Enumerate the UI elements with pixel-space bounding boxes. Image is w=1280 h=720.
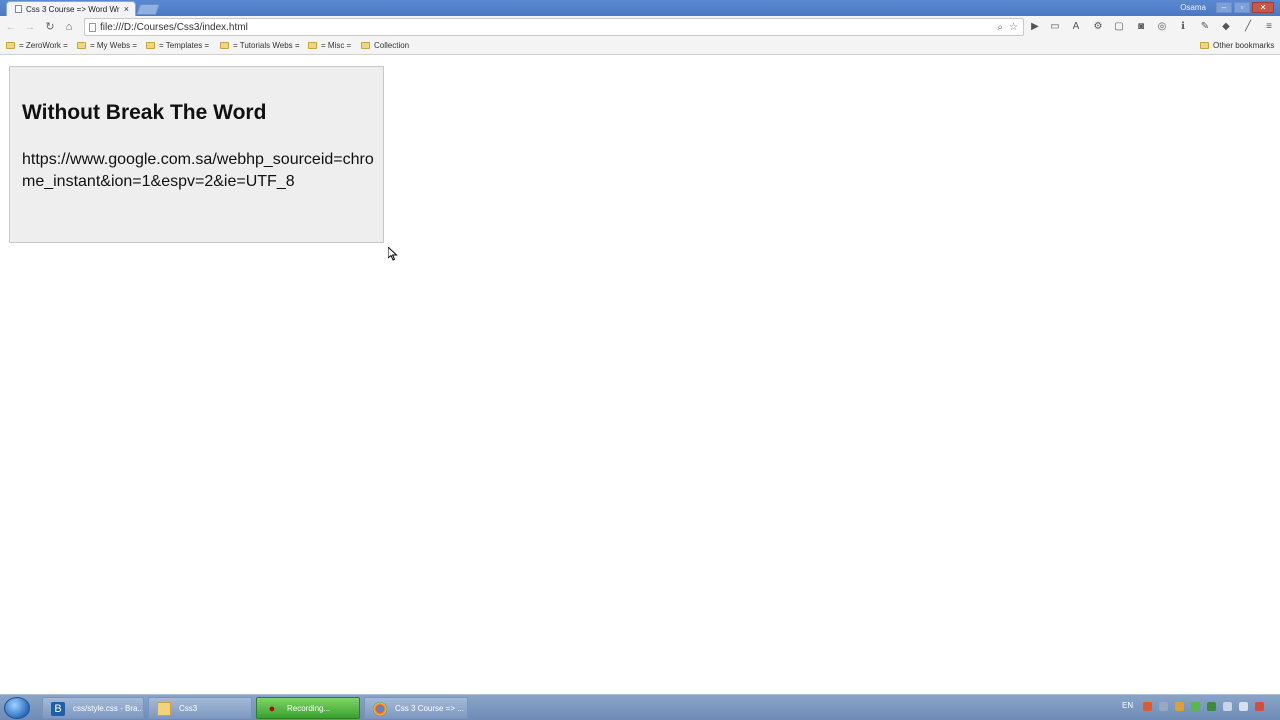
- title-bar: Css 3 Course => Word Wr × Osama ‒ ▫ ✕: [0, 0, 1280, 16]
- extension-screen-icon[interactable]: ▭: [1049, 21, 1061, 33]
- minimize-button[interactable]: ‒: [1216, 2, 1232, 13]
- record-icon: ●: [268, 703, 276, 715]
- tab-title: Css 3 Course => Word Wr: [26, 5, 120, 14]
- new-tab-button[interactable]: [135, 4, 161, 15]
- forward-button[interactable]: →: [23, 20, 37, 34]
- folder-icon: [157, 702, 171, 716]
- page-heading: Without Break The Word: [22, 101, 267, 124]
- bookmarks-bar: = ZeroWork = = My Webs = = Templates = =…: [0, 38, 1280, 55]
- bookmark-folder[interactable]: = ZeroWork =: [6, 41, 68, 50]
- bookmark-folder[interactable]: = Tutorials Webs =: [220, 41, 300, 50]
- maximize-button[interactable]: ▫: [1234, 2, 1250, 13]
- extension-tools-icon[interactable]: ✎: [1199, 21, 1211, 33]
- taskbar: B css/style.css - Bra... Css3 ● Recordin…: [0, 694, 1280, 720]
- taskbar-item-recording[interactable]: ● Recording...: [256, 697, 360, 719]
- tray-app-icon[interactable]: [1191, 702, 1200, 711]
- bookmark-star-icon[interactable]: ☆: [1009, 22, 1018, 33]
- menu-icon[interactable]: ≡: [1263, 21, 1275, 33]
- close-window-button[interactable]: ✕: [1252, 2, 1274, 13]
- extension-eye-icon[interactable]: ◎: [1156, 21, 1168, 33]
- extension-camera-icon[interactable]: ◙: [1135, 21, 1147, 33]
- editor-icon: B: [51, 702, 65, 716]
- url-paragraph: https://www.google.com.sa/webhp_sourceid…: [22, 151, 374, 190]
- folder-icon: [361, 42, 370, 49]
- taskbar-item-browser[interactable]: Css 3 Course => ...: [364, 697, 468, 719]
- close-tab-icon[interactable]: ×: [124, 4, 129, 14]
- page-icon: [89, 23, 96, 32]
- chrome-icon: [373, 702, 387, 716]
- profile-name[interactable]: Osama: [1180, 3, 1206, 12]
- folder-icon: [146, 42, 155, 49]
- gear-icon[interactable]: ⚙: [1092, 21, 1104, 33]
- start-button[interactable]: [4, 697, 30, 719]
- volume-icon[interactable]: [1239, 702, 1248, 711]
- browser-tab[interactable]: Css 3 Course => Word Wr ×: [6, 1, 136, 16]
- tray-app-icon[interactable]: [1175, 702, 1184, 711]
- back-button[interactable]: ←: [4, 20, 18, 34]
- tray-app-icon[interactable]: [1143, 702, 1152, 711]
- language-indicator[interactable]: EN: [1122, 701, 1133, 710]
- extension-font-icon[interactable]: A: [1070, 21, 1082, 33]
- address-bar[interactable]: file:///D:/Courses/Css3/index.html ⌕ ☆: [84, 18, 1024, 36]
- bookmark-folder[interactable]: = Misc =: [308, 41, 351, 50]
- folder-icon: [77, 42, 86, 49]
- extension-play-icon[interactable]: ▶: [1029, 21, 1041, 33]
- bookmark-folder[interactable]: = Templates =: [146, 41, 209, 50]
- browser-toolbar: ← → ↻ ⌂ file:///D:/Courses/Css3/index.ht…: [0, 16, 1280, 38]
- zoom-icon[interactable]: ⌕: [997, 22, 1003, 33]
- content-box: Without Break The Word https://www.googl…: [9, 66, 384, 243]
- folder-icon: [1200, 42, 1209, 49]
- page-icon: [15, 5, 22, 13]
- bookmark-folder[interactable]: = My Webs =: [77, 41, 137, 50]
- color-picker-icon[interactable]: ◆: [1220, 21, 1232, 33]
- folder-icon: [6, 42, 15, 49]
- tray-app-icon[interactable]: [1207, 702, 1216, 711]
- taskbar-item[interactable]: Css3: [148, 697, 252, 719]
- bookmark-folder[interactable]: Collection: [361, 41, 409, 50]
- extension-window-icon[interactable]: ▢: [1113, 21, 1125, 33]
- folder-icon: [220, 42, 229, 49]
- info-icon[interactable]: ℹ: [1177, 21, 1189, 33]
- reload-button[interactable]: ↻: [43, 20, 57, 34]
- other-bookmarks[interactable]: Other bookmarks: [1200, 41, 1274, 50]
- tray-app-icon[interactable]: [1159, 702, 1168, 711]
- address-text: file:///D:/Courses/Css3/index.html: [100, 22, 248, 33]
- tray-app-icon[interactable]: [1255, 702, 1264, 711]
- folder-icon: [308, 42, 317, 49]
- taskbar-item[interactable]: B css/style.css - Bra...: [42, 697, 144, 719]
- eyedropper-icon[interactable]: ╱: [1242, 21, 1254, 33]
- network-icon[interactable]: [1223, 702, 1232, 711]
- home-button[interactable]: ⌂: [62, 20, 76, 34]
